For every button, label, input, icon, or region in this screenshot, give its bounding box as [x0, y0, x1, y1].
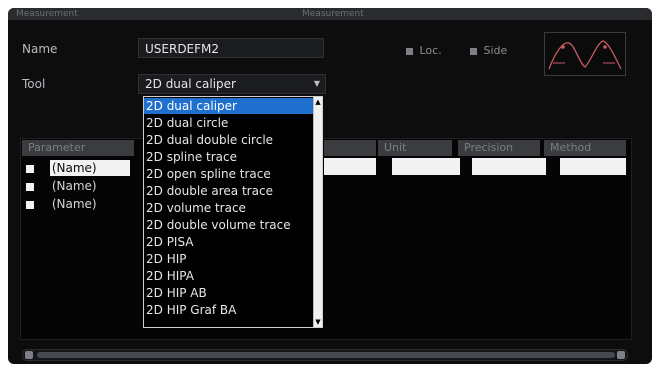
- scroll-thumb[interactable]: [37, 352, 615, 358]
- cell-method-input[interactable]: [560, 158, 626, 175]
- loc-checkbox-label: Loc.: [419, 44, 442, 57]
- side-checkbox-square[interactable]: [470, 47, 477, 55]
- dropdown-option[interactable]: 2D dual circle: [144, 115, 316, 131]
- scroll-down-icon[interactable]: ▼: [314, 317, 322, 327]
- header-parameter[interactable]: Parameter: [22, 140, 134, 156]
- row-name: (Name): [51, 197, 97, 211]
- table-row[interactable]: (Name): [26, 196, 99, 212]
- row-checkbox[interactable]: [26, 200, 34, 209]
- side-checkbox-label: Side: [483, 44, 508, 57]
- dropdown-option[interactable]: 2D open spline trace: [144, 166, 316, 182]
- loc-checkbox[interactable]: Loc.: [406, 44, 442, 57]
- header-precision[interactable]: Precision: [458, 140, 540, 156]
- table-row[interactable]: (Name): [26, 160, 130, 176]
- dropdown-option[interactable]: 2D double volume trace: [144, 217, 316, 233]
- cell-unit-input[interactable]: [392, 158, 460, 175]
- scroll-right-button[interactable]: [617, 351, 625, 359]
- measurement-thumbnail: [544, 32, 626, 76]
- header-unit[interactable]: Unit: [378, 140, 452, 156]
- name-input[interactable]: USERDEFM2: [138, 38, 324, 58]
- tool-select[interactable]: 2D dual caliper ▼: [138, 74, 326, 94]
- row-checkbox[interactable]: [26, 164, 34, 173]
- row-checkbox[interactable]: [26, 182, 34, 191]
- scroll-left-button[interactable]: [25, 351, 33, 359]
- horizontal-scrollbar[interactable]: [22, 349, 628, 361]
- tool-select-value: 2D dual caliper: [145, 77, 236, 91]
- dialog-header-title: Measurement: [302, 9, 364, 19]
- header-blank: [324, 140, 376, 156]
- dropdown-option[interactable]: 2D dual caliper: [144, 98, 316, 114]
- dropdown-scrollbar[interactable]: ▲ ▼: [313, 97, 322, 327]
- loc-checkbox-square[interactable]: [406, 47, 413, 55]
- dropdown-option[interactable]: 2D HIPA: [144, 268, 316, 284]
- dialog-header-bar: Measurement Measurement: [8, 8, 652, 20]
- name-label: Name: [22, 42, 58, 56]
- tool-dropdown-list[interactable]: 2D dual caliper 2D dual circle 2D dual d…: [143, 96, 323, 328]
- dropdown-option[interactable]: 2D spline trace: [144, 149, 316, 165]
- cell-blank-input[interactable]: [324, 158, 376, 175]
- measurement-dialog: Measurement Measurement Name USERDEFM2 L…: [8, 8, 652, 364]
- scroll-up-icon[interactable]: ▲: [314, 97, 322, 107]
- dropdown-option[interactable]: 2D dual double circle: [144, 132, 316, 148]
- cell-precision-input[interactable]: [472, 158, 546, 175]
- side-checkbox[interactable]: Side: [470, 44, 507, 57]
- row-name: (Name): [51, 179, 97, 193]
- dropdown-option[interactable]: 2D HIP AB: [144, 285, 316, 301]
- dropdown-option[interactable]: 2D HIP Graf BA: [144, 302, 316, 318]
- tool-label: Tool: [22, 77, 46, 91]
- dropdown-option[interactable]: 2D HIP: [144, 251, 316, 267]
- dropdown-option[interactable]: 2D double area trace: [144, 183, 316, 199]
- header-method[interactable]: Method: [544, 140, 626, 156]
- row-name: (Name): [49, 160, 130, 176]
- table-row[interactable]: (Name): [26, 178, 99, 194]
- dropdown-option[interactable]: 2D volume trace: [144, 200, 316, 216]
- dialog-header-left: Measurement: [16, 9, 78, 19]
- dual-trace-icon: [548, 40, 622, 70]
- chevron-down-icon[interactable]: ▼: [313, 77, 321, 91]
- dropdown-option[interactable]: 2D PISA: [144, 234, 316, 250]
